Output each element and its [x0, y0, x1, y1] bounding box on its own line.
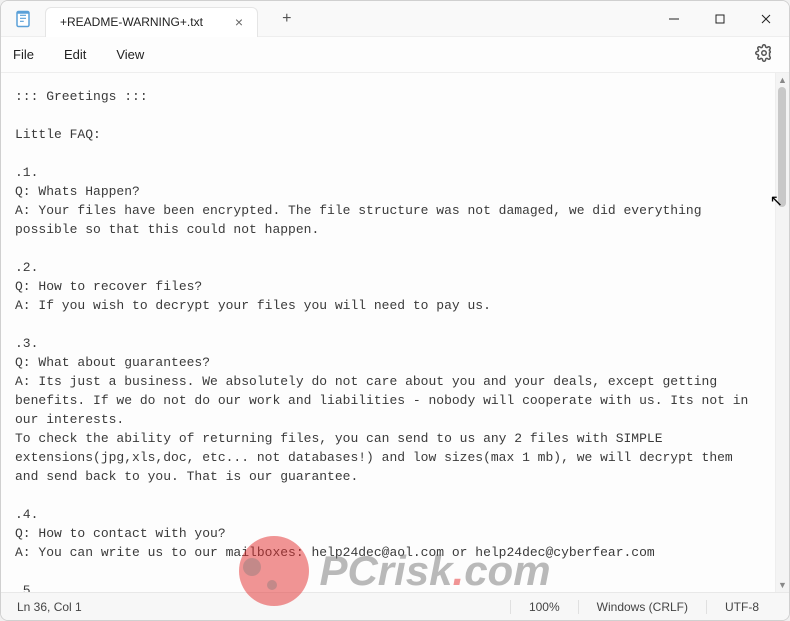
scroll-up-arrow-icon[interactable]: ▲ — [776, 73, 790, 87]
settings-gear-icon[interactable] — [751, 40, 777, 69]
titlebar: +README-WARNING+.txt × + — [1, 1, 789, 37]
menu-file[interactable]: File — [13, 47, 34, 62]
text-content[interactable]: ::: Greetings ::: Little FAQ: .1. Q: Wha… — [1, 73, 775, 592]
status-position: Ln 36, Col 1 — [13, 600, 100, 614]
notepad-icon — [13, 9, 33, 29]
minimize-button[interactable] — [651, 1, 697, 37]
new-tab-button[interactable]: + — [276, 8, 297, 30]
window-controls — [651, 1, 789, 37]
editor-area: ::: Greetings ::: Little FAQ: .1. Q: Wha… — [1, 73, 789, 592]
status-encoding[interactable]: UTF-8 — [706, 600, 777, 614]
status-zoom[interactable]: 100% — [510, 600, 578, 614]
status-line-ending[interactable]: Windows (CRLF) — [578, 600, 706, 614]
vertical-scrollbar[interactable]: ▲ ▼ — [775, 73, 789, 592]
menubar: File Edit View — [1, 37, 789, 73]
app-window: +README-WARNING+.txt × + File Edit View … — [0, 0, 790, 621]
menu-view[interactable]: View — [116, 47, 144, 62]
tab-title: +README-WARNING+.txt — [60, 15, 203, 29]
statusbar: Ln 36, Col 1 100% Windows (CRLF) UTF-8 — [1, 592, 789, 620]
scroll-track[interactable] — [776, 87, 790, 578]
tab-close-icon[interactable]: × — [231, 14, 247, 30]
close-window-button[interactable] — [743, 1, 789, 37]
menu-edit[interactable]: Edit — [64, 47, 86, 62]
maximize-button[interactable] — [697, 1, 743, 37]
scroll-thumb[interactable] — [778, 87, 786, 207]
document-tab[interactable]: +README-WARNING+.txt × — [45, 7, 258, 37]
scroll-down-arrow-icon[interactable]: ▼ — [776, 578, 790, 592]
